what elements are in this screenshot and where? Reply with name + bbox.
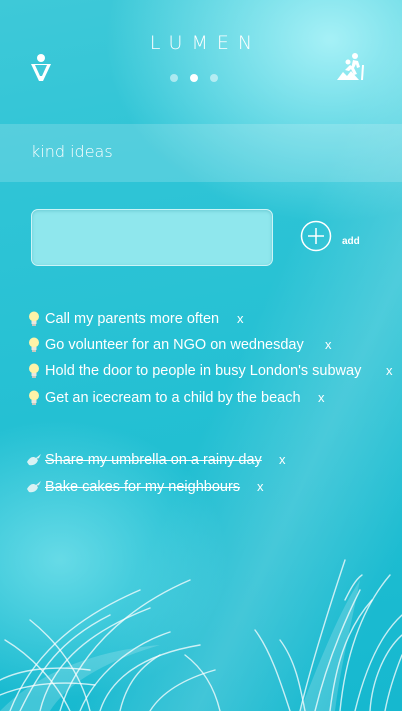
dove-icon: [27, 481, 41, 493]
idea-text: Get an icecream to a child by the beach: [45, 390, 301, 406]
lightbulb-icon: [29, 363, 39, 378]
completed-text: Bake cakes for my neighbours: [45, 479, 241, 495]
app-title: LUMEN: [149, 32, 262, 54]
section-title: kind ideas: [31, 142, 113, 161]
remove-button[interactable]: x: [318, 390, 325, 405]
remove-button[interactable]: x: [325, 337, 332, 352]
add-button[interactable]: add: [300, 220, 366, 254]
remove-button[interactable]: x: [257, 479, 264, 494]
lightbulb-icon: [29, 390, 39, 405]
page-dot[interactable]: [170, 74, 178, 82]
section-header: kind ideas: [0, 124, 402, 182]
idea-input[interactable]: [31, 209, 273, 266]
lightbulb-icon: [29, 311, 39, 326]
grass-illustration: [0, 559, 402, 711]
remove-button[interactable]: x: [386, 363, 393, 378]
page-indicator: [166, 74, 236, 84]
idea-text: Call my parents more often: [45, 311, 220, 327]
person-icon: [31, 54, 51, 81]
idea-text: Go volunteer for an NGO on wednesday: [45, 337, 304, 353]
plus-circle-icon: [300, 220, 332, 252]
header: LUMEN: [0, 0, 402, 114]
add-label: add: [342, 236, 360, 247]
remove-button[interactable]: x: [237, 311, 244, 326]
community-button[interactable]: [335, 52, 369, 82]
idea-text: Hold the door to people in busy London's…: [45, 363, 362, 379]
profile-button[interactable]: [28, 52, 54, 82]
app-screen: LUMEN kind ideas add Call my parents mor…: [0, 0, 402, 711]
hiker-icon: [337, 53, 364, 80]
lightbulb-icon: [29, 337, 39, 352]
dove-icon: [27, 454, 41, 466]
page-dot[interactable]: [210, 74, 218, 82]
page-dot-active[interactable]: [190, 74, 198, 82]
remove-button[interactable]: x: [279, 452, 286, 467]
completed-text: Share my umbrella on a rainy day: [45, 452, 262, 468]
